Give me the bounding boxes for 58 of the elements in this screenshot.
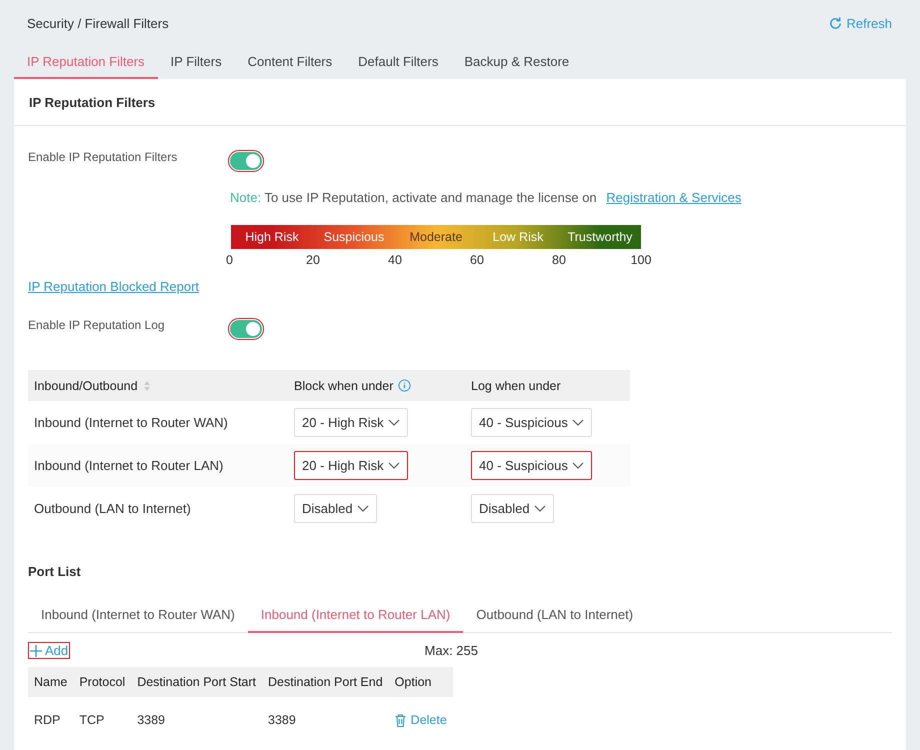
table-cell: RDP (28, 697, 74, 743)
tab[interactable]: Backup & Restore (451, 46, 582, 79)
column-header[interactable]: Inbound/Outbound (28, 370, 288, 401)
info-icon[interactable] (398, 379, 412, 392)
toggle-switch[interactable] (230, 320, 262, 338)
table-cell: 3389 (262, 697, 389, 743)
tab[interactable]: IP Filters (158, 46, 235, 79)
table-cell: 3389 (131, 697, 262, 743)
risk-segment: Low Risk (477, 225, 559, 249)
risk-segment: High Risk (231, 225, 313, 249)
dropdown[interactable]: 20 - High Risk (294, 408, 408, 437)
scale-tick: 40 (388, 253, 402, 267)
risk-segment: Trustworthy (559, 225, 641, 249)
max-count: Max: 255 (424, 643, 478, 658)
dropdown[interactable]: Disabled (471, 494, 554, 523)
tab[interactable]: Inbound (Internet to Router WAN) (28, 599, 248, 633)
column-header: Protocol (73, 667, 132, 697)
tab[interactable]: Default Filters (345, 46, 452, 79)
note-text: Note: To use IP Reputation, activate and manage the license on Registration & Services (230, 190, 742, 205)
table-cell: Inbound (Internet to Router WAN) (28, 401, 288, 444)
dropdown[interactable]: 40 - Suspicious (471, 408, 592, 437)
setting-label: Enable IP Reputation Filters (28, 150, 178, 164)
chevron-icon (572, 462, 584, 470)
scale-tick: 100 (630, 253, 652, 267)
scale-tick: 60 (470, 253, 484, 267)
header-text: Block when under (294, 378, 394, 392)
column-header: Option (388, 667, 453, 697)
table-cell: Outbound (LAN to Internet) (28, 487, 288, 530)
column-header: Name (28, 667, 74, 697)
column-header: Destination Port Start (131, 667, 262, 697)
chevron-icon (534, 504, 546, 512)
plus-icon (30, 644, 42, 656)
toggle-switch[interactable] (230, 152, 262, 170)
chevron-icon (388, 462, 400, 470)
panel-title: IP Reputation Filters (29, 94, 156, 110)
scale-tick: 0 (226, 253, 233, 267)
table-cell: Inbound (Internet to Router LAN) (28, 444, 288, 487)
setting-label: Enable IP Reputation Log (28, 318, 166, 332)
chevron-icon (388, 418, 400, 426)
refresh-icon (828, 16, 844, 30)
chevron-icon (572, 418, 584, 426)
risk-segment: Suspicious (313, 225, 395, 249)
tab[interactable]: Content Filters (234, 46, 346, 79)
table-cell: TCP (73, 697, 132, 743)
risk-segment: Moderate (395, 225, 477, 249)
chevron-icon (356, 504, 369, 512)
dropdown[interactable]: 20 - High Risk (294, 451, 408, 480)
tab[interactable]: Outbound (LAN to Internet) (463, 599, 646, 633)
trash-icon (394, 714, 406, 726)
column-header: Destination Port End (262, 667, 389, 697)
dropdown[interactable]: Disabled (294, 494, 377, 523)
scale-tick: 20 (306, 253, 320, 267)
section-title: Port List (28, 564, 81, 579)
dropdown[interactable]: 40 - Suspicious (471, 451, 592, 480)
column-header: Log when under (465, 370, 630, 401)
breadcrumb: Security / Firewall Filters (27, 16, 169, 30)
header-text: Inbound/Outbound (34, 378, 138, 392)
scale-tick: 80 (552, 253, 566, 267)
